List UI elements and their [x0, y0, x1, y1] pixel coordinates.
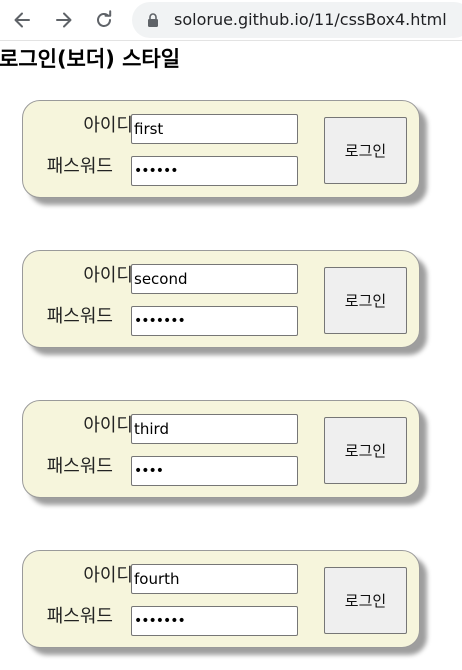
browser-toolbar: solorue.github.io/11/cssBox4.html [0, 0, 462, 41]
forward-button[interactable] [52, 8, 76, 32]
back-button[interactable] [10, 8, 34, 32]
url-text: solorue.github.io/11/cssBox4.html [174, 10, 447, 29]
password-input[interactable]: ••••••• [131, 606, 298, 636]
password-label: 패스워드 [46, 156, 113, 177]
id-input[interactable]: third [131, 414, 298, 444]
lock-icon [148, 13, 158, 27]
id-input[interactable]: fourth [131, 564, 298, 594]
login-box: 아이디 first 패스워드 •••••• 로그인 [22, 100, 420, 198]
login-box: 아이디 second 패스워드 ••••••• 로그인 [22, 250, 420, 348]
password-input[interactable]: •••••• [131, 156, 298, 186]
password-label: 패스워드 [46, 306, 113, 327]
id-label: 아이디 [83, 265, 133, 286]
id-label: 아이디 [83, 565, 133, 586]
id-input[interactable]: second [131, 264, 298, 294]
login-box: 아이디 fourth 패스워드 ••••••• 로그인 [22, 550, 420, 648]
id-input[interactable]: first [131, 114, 298, 144]
password-label: 패스워드 [46, 456, 113, 477]
id-label: 아이디 [83, 115, 133, 136]
reload-button[interactable] [92, 8, 116, 32]
reload-icon [97, 10, 112, 27]
login-button[interactable]: 로그인 [324, 417, 407, 484]
arrow-right-icon [56, 12, 72, 28]
password-input[interactable]: ••••••• [131, 306, 298, 336]
password-input[interactable]: •••• [131, 456, 298, 486]
address-bar[interactable]: solorue.github.io/11/cssBox4.html [132, 2, 462, 38]
login-button[interactable]: 로그인 [324, 117, 407, 184]
arrow-left-icon [14, 12, 30, 28]
login-button[interactable]: 로그인 [324, 567, 407, 634]
login-box: 아이디 third 패스워드 •••• 로그인 [22, 400, 420, 498]
page-title: 로그인(보더) 스타일 [0, 47, 181, 71]
password-label: 패스워드 [46, 606, 113, 627]
id-label: 아이디 [83, 415, 133, 436]
login-button[interactable]: 로그인 [324, 267, 407, 334]
